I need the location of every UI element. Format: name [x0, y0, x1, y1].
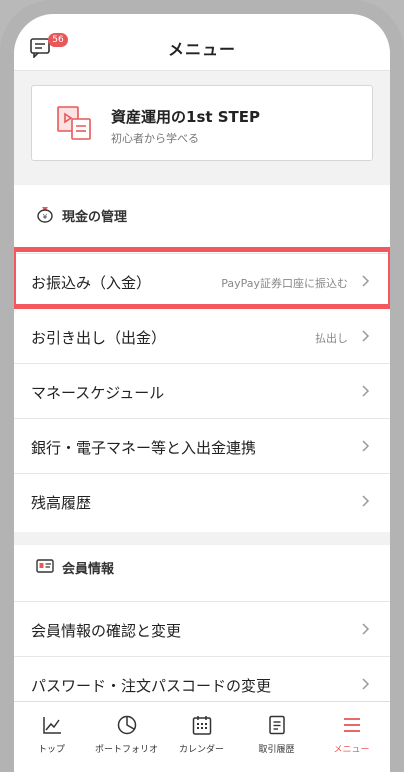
member-section-header: 会員情報 [14, 545, 390, 603]
tab-label: ポートフォリオ [94, 745, 158, 755]
chevron-right-icon [362, 623, 370, 635]
highlight-frame [14, 247, 390, 309]
tab-calendar[interactable]: カレンダー [164, 702, 239, 772]
device-frame: 56 メニュー 資産運用の1st STEP 初心者から学べる ¥ 現金の管理 お… [0, 0, 404, 772]
tab-label: カレンダー [178, 745, 224, 755]
bottom-tab-bar: トップ ポートフォリオ カレンダー 取引履歴 メニュー [14, 701, 390, 772]
first-step-title: 資産運用の1st STEP [111, 108, 261, 126]
tab-menu[interactable]: メニュー [314, 702, 389, 772]
menu-row-label: マネースケジュール [31, 384, 165, 402]
menu-row-withdraw[interactable]: お引き出し（出金） 払出し [14, 308, 390, 363]
chevron-right-icon [362, 385, 370, 397]
tab-history[interactable]: 取引履歴 [239, 702, 314, 772]
first-step-card[interactable]: 資産運用の1st STEP 初心者から学べる [31, 85, 373, 161]
app-screen: 56 メニュー 資産運用の1st STEP 初心者から学べる ¥ 現金の管理 お… [14, 14, 390, 772]
cash-section: ¥ 現金の管理 お振込み（入金） PayPay証券口座に振込む お引き出し（出金… [14, 185, 390, 532]
menu-row-label: 会員情報の確認と変更 [31, 622, 182, 640]
tab-portfolio[interactable]: ポートフォリオ [89, 702, 164, 772]
menu-row-money-schedule[interactable]: マネースケジュール [14, 363, 390, 418]
first-step-subtitle: 初心者から学べる [111, 132, 199, 145]
app-header: 56 メニュー [14, 14, 390, 71]
tab-top[interactable]: トップ [14, 702, 89, 772]
page-title: メニュー [167, 40, 236, 59]
money-bag-icon: ¥ [37, 207, 53, 223]
pie-chart-icon [117, 715, 137, 735]
menu-row-label: 銀行・電子マネー等と入出金連携 [31, 439, 257, 457]
tab-label: メニュー [333, 745, 370, 755]
tab-label: 取引履歴 [258, 745, 295, 755]
chevron-right-icon [362, 330, 370, 342]
svg-text:¥: ¥ [43, 213, 48, 221]
id-card-icon [36, 559, 54, 573]
menu-row-balance-history[interactable]: 残高履歴 [14, 473, 390, 528]
tab-label: トップ [37, 745, 65, 755]
learning-icon [57, 106, 91, 140]
menu-row-label: お引き出し（出金） [31, 329, 167, 347]
menu-row-member-info[interactable]: 会員情報の確認と変更 [14, 601, 390, 656]
member-section-title: 会員情報 [62, 562, 115, 577]
chart-line-icon [43, 717, 61, 734]
cash-section-title: 現金の管理 [62, 210, 128, 225]
chevron-right-icon [362, 678, 370, 690]
chevron-right-icon [362, 495, 370, 507]
cash-section-header: ¥ 現金の管理 [14, 185, 390, 243]
calendar-icon [192, 716, 212, 735]
hamburger-icon [344, 718, 360, 732]
member-section: 会員情報 会員情報の確認と変更 パスワード・注文パスコードの変更 [14, 545, 390, 711]
menu-row-label: パスワード・注文パスコードの変更 [31, 677, 272, 695]
menu-row-bank-link[interactable]: 銀行・電子マネー等と入出金連携 [14, 418, 390, 473]
menu-row-sub: 払出し [315, 332, 348, 345]
chevron-right-icon [362, 440, 370, 452]
menu-row-label: 残高履歴 [31, 494, 92, 512]
document-icon [269, 715, 285, 735]
